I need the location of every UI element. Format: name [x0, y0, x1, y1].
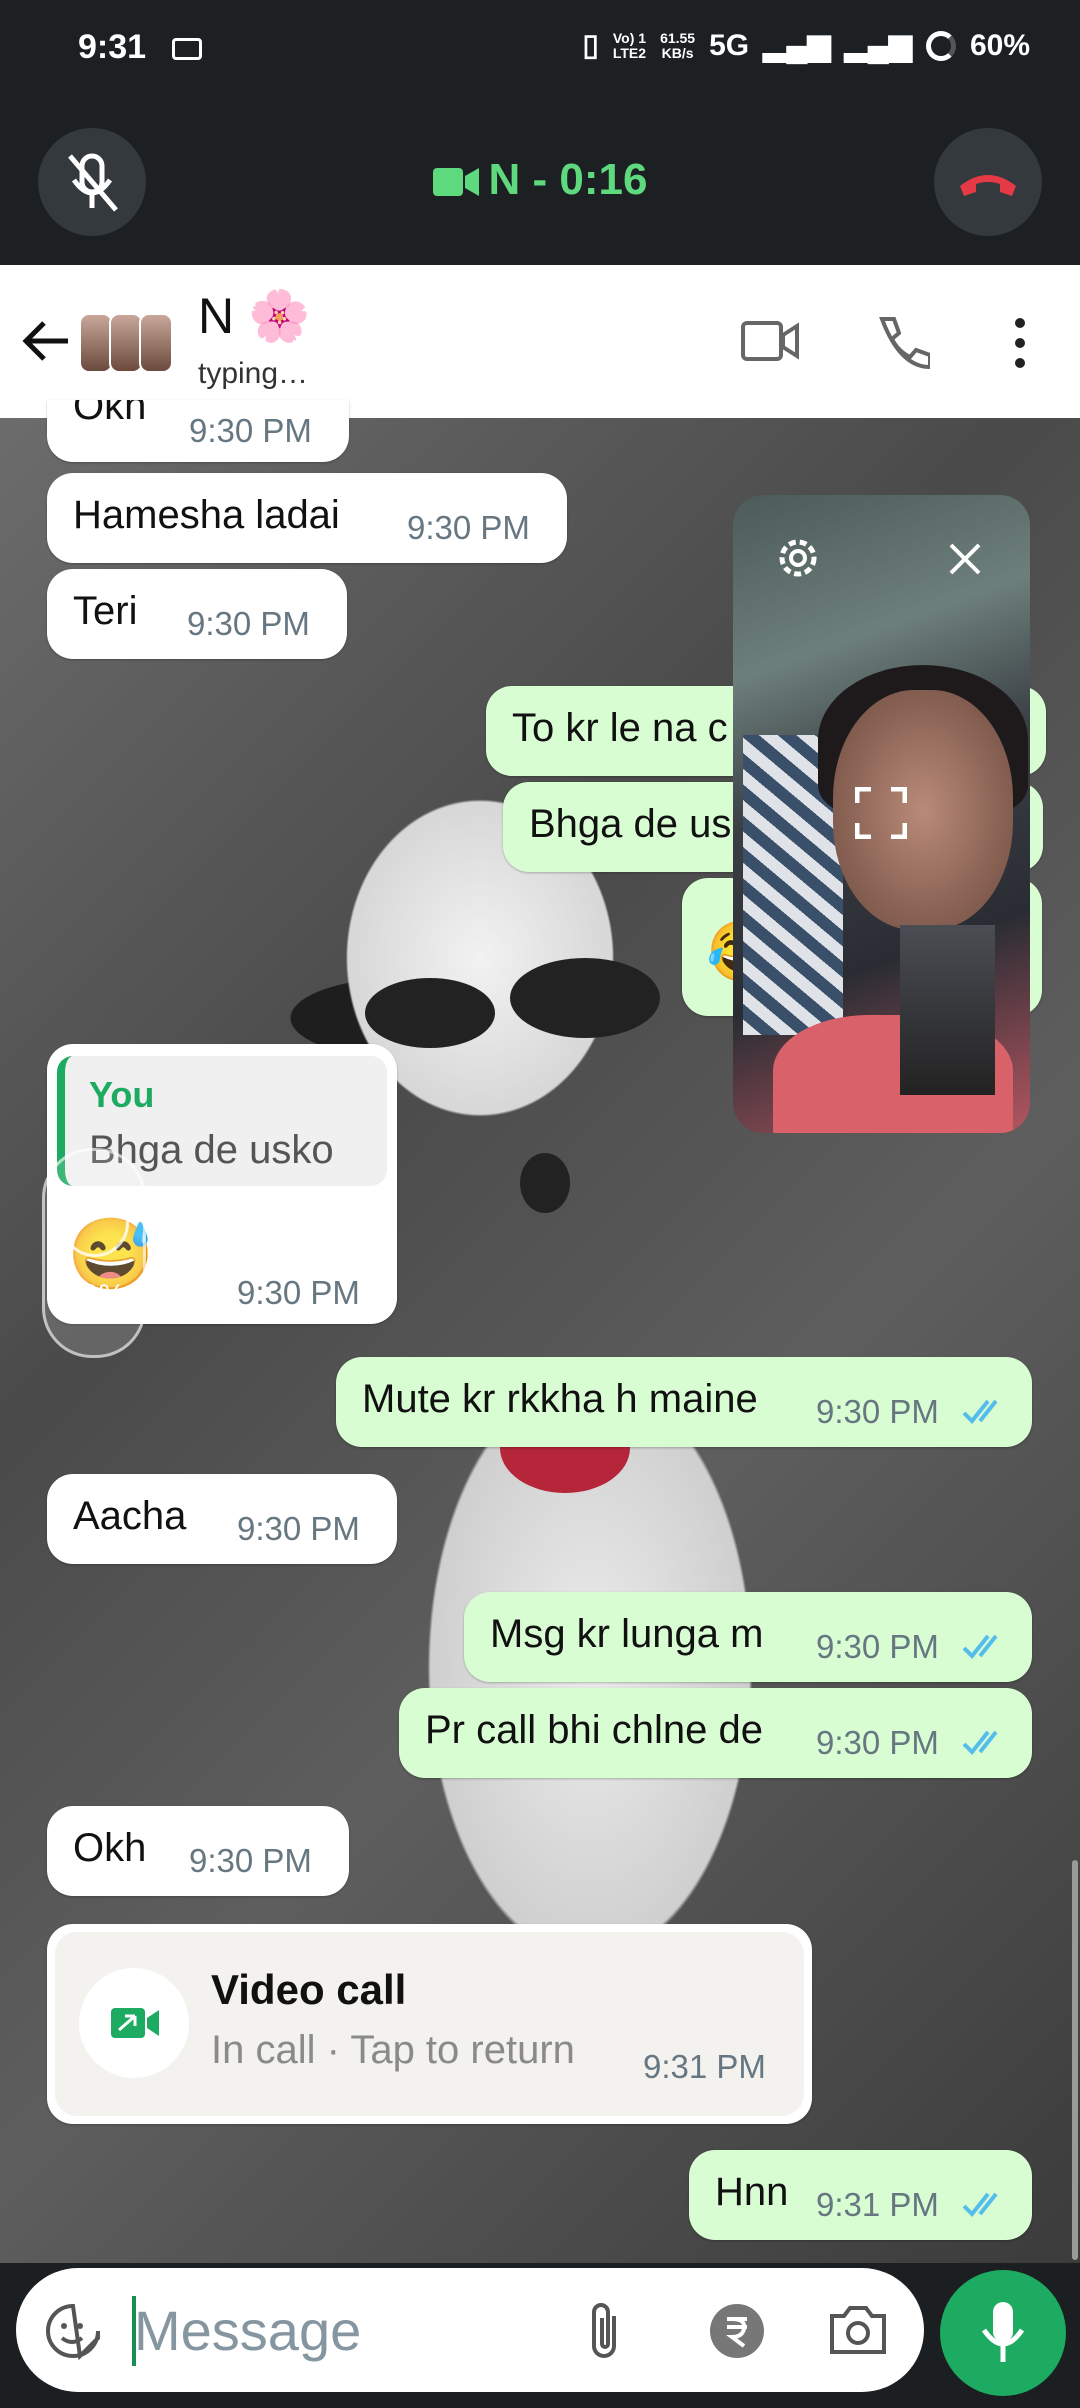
contact-name[interactable]: N 🌸 [198, 287, 310, 346]
network-speed: 61.55 KB/s [660, 29, 696, 61]
close-icon[interactable] [945, 539, 985, 579]
quoted-author: You [89, 1074, 155, 1115]
video-call-icon-badge [79, 1968, 189, 2078]
fullscreen-icon[interactable] [855, 787, 907, 839]
vibrate-icon: ▯ [582, 29, 599, 62]
video-call-icon [111, 2008, 159, 2038]
voice-message-button[interactable] [940, 2270, 1066, 2396]
camera-icon[interactable] [828, 2302, 888, 2356]
message-bubble[interactable]: Teri 9:30 PM [47, 569, 347, 659]
attach-icon[interactable] [584, 2300, 624, 2364]
end-call-icon [960, 175, 1016, 196]
message-composer[interactable]: Message [16, 2268, 924, 2392]
end-call-button[interactable] [934, 128, 1042, 236]
message-bubble[interactable]: Msg kr lunga m 9:30 PM [464, 1592, 1032, 1682]
screen-record-icon [172, 38, 202, 60]
read-receipt-icon [962, 2192, 998, 2217]
status-time: 9:31 [78, 28, 147, 66]
volte-indicator: Vo) 1 LTE2 [612, 29, 647, 61]
video-call-card[interactable]: Video call In call · Tap to return 9:31 … [47, 1924, 812, 2124]
read-receipt-icon [962, 1634, 998, 1659]
message-bubble[interactable]: Hamesha ladai 9:30 PM [47, 473, 567, 563]
microphone-icon [981, 2302, 1025, 2362]
message-bubble[interactable]: Mute kr rkkha h maine 9:30 PM [336, 1357, 1032, 1447]
video-camera-icon [432, 168, 479, 197]
scrollbar[interactable] [1072, 1860, 1078, 2260]
network-type: 5G [709, 28, 750, 62]
back-arrow-icon[interactable] [18, 313, 74, 369]
chat-header: N 🌸 typing… [0, 265, 1080, 418]
ongoing-call-bar[interactable]: N - 0:16 [0, 100, 1080, 265]
message-bubble[interactable]: Pr call bhi chlne de 9:30 PM [399, 1688, 1032, 1778]
self-view-thumbnail[interactable] [900, 925, 995, 1095]
emoji-sticker-icon[interactable] [44, 2302, 102, 2360]
signal-icon: ▂▄▆ [763, 29, 831, 62]
contact-status: typing… [198, 357, 309, 390]
status-icons: ▯ Vo) 1 LTE2 61.55 KB/s 5G ▂▄▆ ▂▄▆ 60% [582, 28, 1030, 63]
message-bubble[interactable]: Okh 9:30 PM [47, 400, 349, 462]
call-title[interactable]: N - 0:16 [0, 155, 1080, 205]
voice-call-icon[interactable] [870, 313, 930, 373]
read-receipt-icon [962, 1399, 998, 1424]
battery-icon [925, 30, 956, 61]
video-call-icon[interactable] [740, 313, 800, 369]
avatar[interactable] [75, 305, 175, 385]
message-bubble[interactable]: Aacha 9:30 PM [47, 1474, 397, 1564]
message-bubble[interactable]: Okh 9:30 PM [47, 1806, 349, 1896]
status-bar: 9:31 ▯ Vo) 1 LTE2 61.55 KB/s 5G ▂▄▆ ▂▄▆ 60… [0, 0, 1080, 100]
video-call-pip[interactable] [733, 495, 1030, 1133]
battery-percent: 60% [969, 28, 1030, 62]
rupee-payment-icon[interactable] [708, 2302, 766, 2360]
settings-icon[interactable] [773, 533, 823, 583]
call-card-subtitle: In call · Tap to return [211, 2028, 575, 2072]
message-input[interactable]: Message [134, 2298, 361, 2363]
signal-icon-2: ▂▄▆ [844, 29, 912, 62]
read-receipt-icon [962, 1730, 998, 1755]
sticker-progress-overlay: 50% [42, 1148, 146, 1358]
more-options-icon[interactable] [1005, 313, 1035, 373]
call-card-title: Video call [211, 1966, 407, 2013]
message-bubble[interactable]: Hnn 9:31 PM [689, 2150, 1032, 2240]
